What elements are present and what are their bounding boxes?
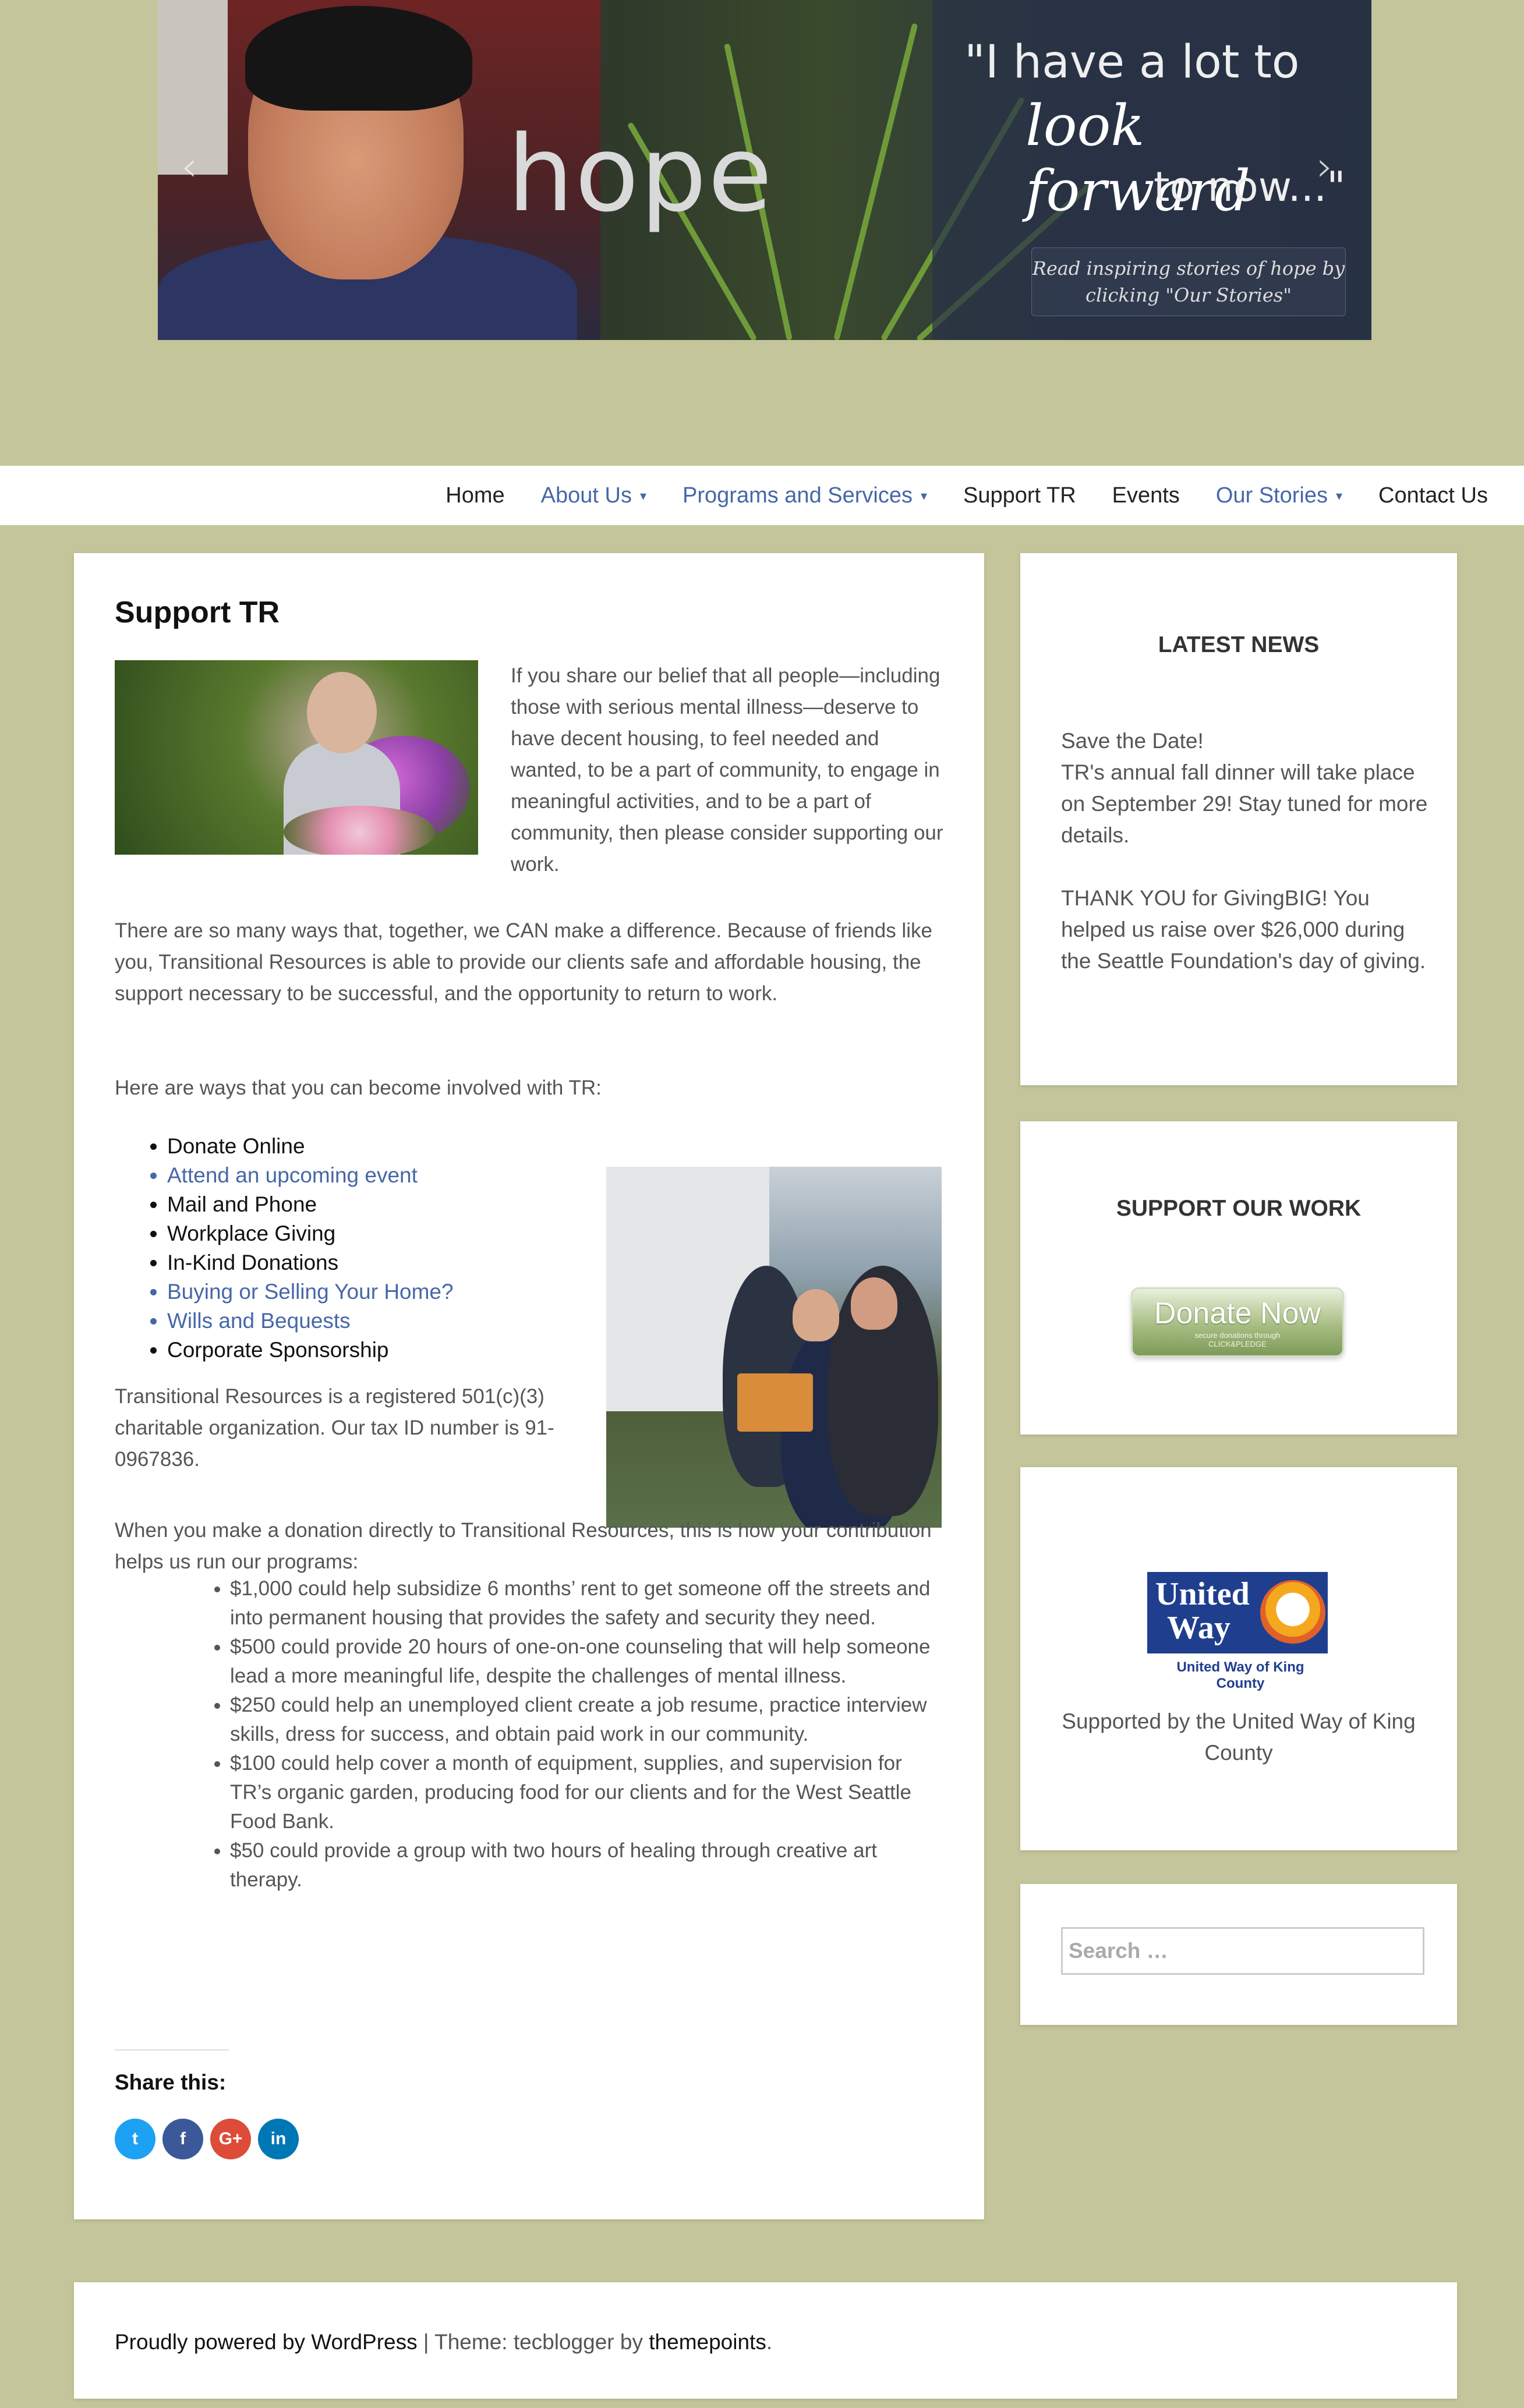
nav-item-events[interactable]: Events: [1112, 483, 1180, 508]
united-way-logo-text: United: [1155, 1576, 1250, 1612]
donation-impact-item: $500 could provide 20 hours of one-on-on…: [230, 1633, 947, 1691]
ways-list-item: Mail and Phone: [167, 1190, 639, 1219]
slider-prev-icon[interactable]: ‹: [181, 143, 197, 190]
caret-down-icon: ▾: [1335, 488, 1343, 504]
caret-down-icon: ▾: [920, 488, 928, 504]
donate-label: Donate Now: [1154, 1297, 1321, 1330]
photo-box: [737, 1373, 813, 1432]
hero-slider[interactable]: hope "I have a lot to look forward to no…: [158, 0, 1371, 340]
donation-impact-list: $1,000 could help subsidize 6 months’ re…: [115, 1574, 947, 1894]
ways-paragraph: There are so many ways that, together, w…: [115, 919, 932, 1005]
involvement-intro: Here are ways that you can become involv…: [115, 1076, 602, 1099]
photo-face: [851, 1277, 897, 1330]
nav-item-label: Contact Us: [1378, 483, 1488, 508]
nav-item-label: Events: [1112, 483, 1180, 508]
nav-item-home[interactable]: Home: [445, 483, 504, 508]
support-widget: SUPPORT OUR WORK Donate Now secure donat…: [1020, 1121, 1457, 1435]
united-way-logo-box: United Way: [1147, 1572, 1328, 1653]
donate-subtext-line: CLICK&PLEDGE: [1208, 1340, 1267, 1348]
hero-caption: Read inspiring stories of hope by clicki…: [1031, 247, 1346, 316]
widget-title: LATEST NEWS: [1158, 632, 1320, 657]
nav-item-about-us[interactable]: About Us ▾: [541, 483, 646, 508]
footer-period: .: [766, 2330, 773, 2354]
tax-id-paragraph: Transitional Resources is a registered 5…: [115, 1385, 554, 1471]
hero-person-hair: [245, 6, 472, 111]
ways-to-help-list: Donate OnlineAttend an upcoming eventMai…: [115, 1132, 639, 1365]
search-input[interactable]: [1061, 1927, 1424, 1975]
ways-list-item: Donate Online: [167, 1132, 639, 1161]
themepoints-link[interactable]: themepoints: [649, 2330, 766, 2354]
nav-item-label: Home: [445, 483, 505, 508]
site-footer: Proudly powered by WordPress | Theme: te…: [74, 2282, 1457, 2399]
hero-plant-leaf: [833, 23, 918, 340]
photo-person-face: [307, 672, 377, 753]
nav-item-label: Support TR: [963, 483, 1076, 508]
gardener-photo: [115, 660, 478, 855]
united-way-logo-text: Way: [1167, 1610, 1230, 1646]
nav-item-support-tr[interactable]: Support TR: [963, 483, 1076, 508]
donation-impact-intro: When you make a donation directly to Tra…: [115, 1519, 932, 1573]
main-content-card: Support TR If you share our belief that …: [74, 553, 984, 2219]
united-way-logo-caption: United Way of King County: [1176, 1659, 1304, 1691]
united-way-widget: United Way United Way of King County Sup…: [1020, 1467, 1457, 1850]
linkedin-icon[interactable]: in: [258, 2119, 299, 2159]
united-way-hand-icon: [1260, 1580, 1325, 1645]
latest-news-widget: LATEST NEWS Save the Date! TR's annual f…: [1020, 553, 1457, 1085]
ways-list-item[interactable]: Attend an upcoming event: [167, 1161, 639, 1190]
intro-paragraph: If you share our belief that all people—…: [511, 664, 943, 876]
facebook-icon[interactable]: f: [162, 2119, 203, 2159]
nav-item-label: Our Stories: [1215, 483, 1328, 508]
ways-list-item: Corporate Sponsorship: [167, 1336, 639, 1365]
donate-now-button[interactable]: Donate Now secure donations through CLIC…: [1131, 1287, 1344, 1357]
donation-impact-item: $50 could provide a group with two hours…: [230, 1836, 947, 1894]
donation-impact-item: $250 could help an unemployed client cre…: [230, 1691, 947, 1749]
share-divider: [115, 2049, 229, 2051]
ways-list-item: Workplace Giving: [167, 1219, 639, 1248]
volunteers-photo: [606, 1167, 942, 1528]
donation-impact-item: $1,000 could help subsidize 6 months’ re…: [230, 1574, 947, 1633]
nav-item-programs-and-services[interactable]: Programs and Services ▾: [683, 483, 927, 508]
ways-list-item[interactable]: Buying or Selling Your Home?: [167, 1277, 639, 1306]
main-navigation: Home About Us ▾ Programs and Services ▾ Suppo…: [0, 466, 1524, 525]
footer-credits: Proudly powered by WordPress | Theme: te…: [115, 2330, 772, 2354]
ways-list-item: In-Kind Donations: [167, 1248, 639, 1277]
page-title: Support TR: [115, 596, 280, 629]
news-item: TR's annual fall dinner will take place …: [1061, 760, 1428, 847]
slider-next-icon[interactable]: ›: [1317, 143, 1333, 190]
hero-word: hope: [507, 114, 774, 235]
search-widget: [1020, 1884, 1457, 2025]
twitter-icon[interactable]: t: [115, 2119, 155, 2159]
wordpress-link[interactable]: Proudly powered by WordPress: [115, 2330, 418, 2354]
hero-caption-line: clicking "Our Stories": [1085, 284, 1292, 306]
united-way-text: Supported by the United Way of King Coun…: [1062, 1709, 1416, 1765]
share-label: Share this:: [115, 2070, 227, 2094]
news-content: Save the Date! TR's annual fall dinner w…: [1061, 725, 1434, 977]
caret-down-icon: ▾: [639, 488, 647, 504]
donation-impact-item: $100 could help cover a month of equipme…: [230, 1749, 947, 1836]
united-way-logo[interactable]: United Way United Way of King County: [1147, 1572, 1328, 1691]
photo-face: [793, 1289, 839, 1341]
hero-caption-line: Read inspiring stories of hope by: [1032, 257, 1345, 279]
hero-quote-line: "I have a lot to: [964, 36, 1300, 88]
nav-menu: Home About Us ▾ Programs and Services ▾ Suppo…: [445, 466, 1524, 525]
donate-subtext: secure donations through CLICK&PLEDGE: [1133, 1331, 1342, 1348]
nav-item-our-stories[interactable]: Our Stories ▾: [1216, 483, 1342, 508]
nav-item-contact-us[interactable]: Contact Us: [1378, 483, 1488, 508]
nav-item-label: About Us: [540, 483, 632, 508]
nav-item-label: Programs and Services: [683, 483, 913, 508]
news-item: Save the Date!: [1061, 729, 1204, 753]
news-item: THANK YOU for GivingBIG! You helped us r…: [1061, 886, 1426, 973]
donate-subtext-line: secure donations through: [1194, 1331, 1281, 1340]
ways-list-item[interactable]: Wills and Bequests: [167, 1306, 639, 1336]
photo-flowers-pink: [284, 806, 435, 855]
footer-separator: | Theme: tecblogger by: [417, 2330, 649, 2354]
widget-title: SUPPORT OUR WORK: [1116, 1196, 1362, 1221]
google-plus-icon[interactable]: G+: [210, 2119, 251, 2159]
